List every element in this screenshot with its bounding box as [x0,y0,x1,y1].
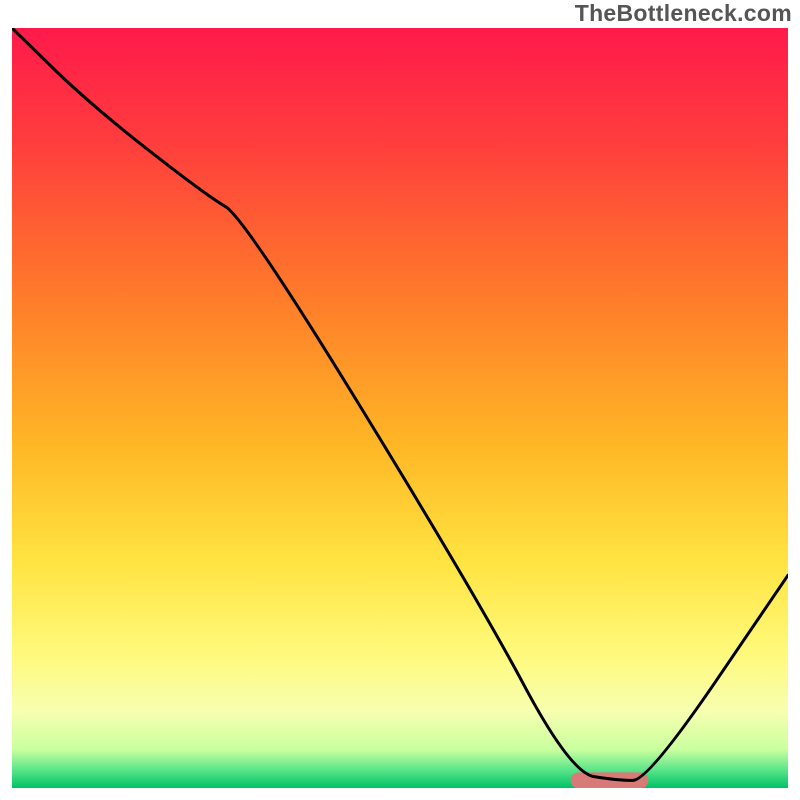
bottleneck-chart [12,28,788,788]
chart-canvas [12,28,788,788]
watermark-text: TheBottleneck.com [575,0,792,27]
gradient-background [12,28,788,788]
